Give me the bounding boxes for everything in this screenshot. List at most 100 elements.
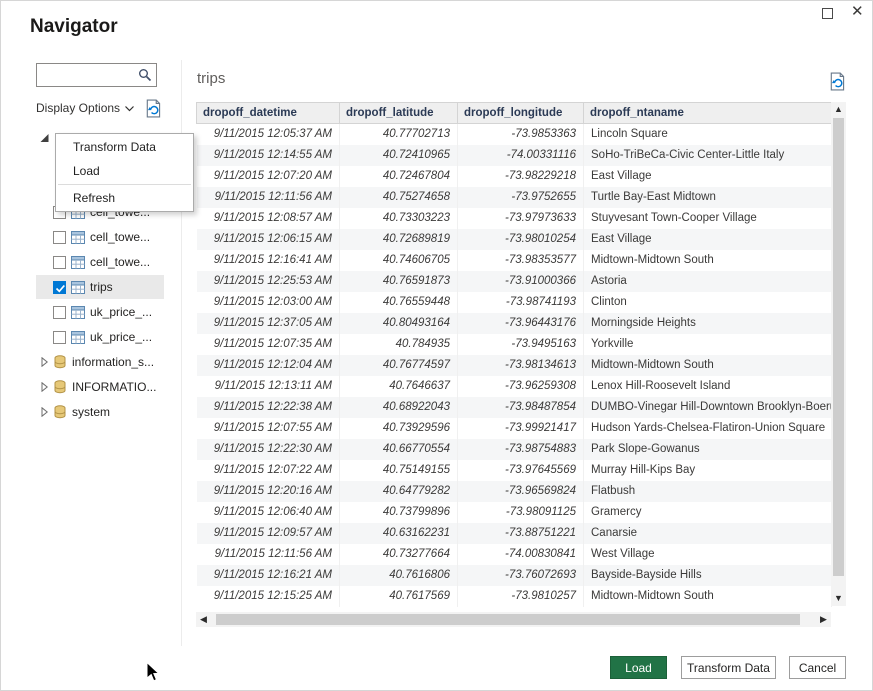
expander-collapsed-icon[interactable] — [40, 357, 50, 367]
load-button[interactable]: Load — [610, 656, 667, 679]
table-cell: -73.9495163 — [458, 334, 584, 355]
table-row[interactable]: 9/11/2015 12:05:37 AM40.77702713-73.9853… — [197, 124, 832, 145]
table-cell: -73.91000366 — [458, 271, 584, 292]
refresh-preview-icon[interactable] — [145, 99, 163, 118]
table-cell: 9/11/2015 12:13:11 AM — [197, 376, 340, 397]
table-cell: 40.74606705 — [340, 250, 458, 271]
table-cell: 9/11/2015 12:20:16 AM — [197, 481, 340, 502]
context-menu-item-transform-data[interactable]: Transform Data — [56, 135, 193, 159]
table-row[interactable]: 9/11/2015 12:22:38 AM40.68922043-73.9848… — [197, 397, 832, 418]
cancel-button[interactable]: Cancel — [789, 656, 846, 679]
table-cell: 9/11/2015 12:07:35 AM — [197, 334, 340, 355]
checkbox-unchecked[interactable] — [53, 256, 66, 269]
expander-collapsed-icon[interactable] — [40, 407, 50, 417]
horizontal-scrollbar[interactable]: ◀ ▶ — [196, 612, 831, 627]
checkbox-unchecked[interactable] — [53, 306, 66, 319]
column-header-dropoff-longitude[interactable]: dropoff_longitude — [458, 103, 584, 124]
table-cell: 40.72689819 — [340, 229, 458, 250]
table-cell: Astoria — [584, 271, 832, 292]
table-cell: Canarsie — [584, 523, 832, 544]
table-row[interactable]: 9/11/2015 12:13:11 AM40.7646637-73.96259… — [197, 376, 832, 397]
vertical-scrollbar-thumb[interactable] — [833, 118, 844, 576]
table-cell: -73.98741193 — [458, 292, 584, 313]
table-row[interactable]: 9/11/2015 12:11:56 AM40.75274658-73.9752… — [197, 187, 832, 208]
tree-item-label: uk_price_... — [90, 330, 152, 344]
table-cell: 40.76559448 — [340, 292, 458, 313]
table-cell: -74.00830841 — [458, 544, 584, 565]
table-row[interactable]: 9/11/2015 12:06:40 AM40.73799896-73.9809… — [197, 502, 832, 523]
tree-item-information-schema[interactable]: information_s... — [36, 350, 164, 374]
table-row[interactable]: 9/11/2015 12:07:22 AM40.75149155-73.9764… — [197, 460, 832, 481]
checkbox-checked[interactable] — [53, 281, 66, 294]
table-row[interactable]: 9/11/2015 12:06:15 AM40.72689819-73.9801… — [197, 229, 832, 250]
display-options-dropdown[interactable]: Display Options — [36, 101, 134, 115]
table-row[interactable]: 9/11/2015 12:11:56 AM40.73277664-74.0083… — [197, 544, 832, 565]
tree-item-label: trips — [90, 280, 113, 294]
table-cell: -74.00331116 — [458, 145, 584, 166]
table-cell: 9/11/2015 12:11:56 AM — [197, 187, 340, 208]
table-row[interactable]: 9/11/2015 12:07:20 AM40.72467804-73.9822… — [197, 166, 832, 187]
table-icon — [71, 231, 85, 244]
table-row[interactable]: 9/11/2015 12:14:55 AM40.72410965-74.0033… — [197, 145, 832, 166]
vertical-scrollbar[interactable]: ▲ ▼ — [831, 102, 846, 606]
table-row[interactable]: 9/11/2015 12:37:05 AM40.80493164-73.9644… — [197, 313, 832, 334]
tree-item-system[interactable]: system — [36, 400, 164, 424]
transform-data-button[interactable]: Transform Data — [681, 656, 776, 679]
scroll-up-icon[interactable]: ▲ — [831, 102, 846, 117]
scroll-left-icon[interactable]: ◀ — [196, 612, 211, 627]
page-title: Navigator — [30, 16, 118, 38]
search-input[interactable] — [37, 65, 138, 85]
search-box[interactable] — [36, 63, 157, 87]
table-row[interactable]: 9/11/2015 12:16:41 AM40.74606705-73.9835… — [197, 250, 832, 271]
table-row[interactable]: 9/11/2015 12:03:00 AM40.76559448-73.9874… — [197, 292, 832, 313]
table-cell: West Village — [584, 544, 832, 565]
table-row[interactable]: 9/11/2015 12:15:25 AM40.7617569-73.98102… — [197, 586, 832, 607]
table-row[interactable]: 9/11/2015 12:07:35 AM40.784935-73.949516… — [197, 334, 832, 355]
expander-collapsed-icon[interactable] — [40, 382, 50, 392]
context-menu-item-refresh[interactable]: Refresh — [56, 186, 193, 210]
table-cell: Hudson Yards-Chelsea-Flatiron-Union Squa… — [584, 418, 832, 439]
tree-item-trips[interactable]: trips — [36, 275, 164, 299]
table-row[interactable]: 9/11/2015 12:22:30 AM40.66770554-73.9875… — [197, 439, 832, 460]
tree-item-cell-towers-2[interactable]: cell_towe... — [36, 225, 164, 249]
column-header-dropoff-ntaname[interactable]: dropoff_ntaname — [584, 103, 832, 124]
table-cell: 9/11/2015 12:05:37 AM — [197, 124, 340, 145]
table-cell: -73.98487854 — [458, 397, 584, 418]
scroll-down-icon[interactable]: ▼ — [831, 591, 846, 606]
column-header-dropoff-datetime[interactable]: dropoff_datetime — [197, 103, 340, 124]
table-cell: 40.75149155 — [340, 460, 458, 481]
close-icon[interactable]: ✕ — [851, 2, 864, 22]
table-cell: 40.7646637 — [340, 376, 458, 397]
checkbox-unchecked[interactable] — [53, 231, 66, 244]
table-cell: -73.99921417 — [458, 418, 584, 439]
column-header-dropoff-latitude[interactable]: dropoff_latitude — [340, 103, 458, 124]
maximize-icon[interactable] — [822, 8, 833, 19]
table-row[interactable]: 9/11/2015 12:16:21 AM40.7616806-73.76072… — [197, 565, 832, 586]
tree-item-uk-price-2[interactable]: uk_price_... — [36, 325, 164, 349]
tree-item-cell-towers-3[interactable]: cell_towe... — [36, 250, 164, 274]
table-row[interactable]: 9/11/2015 12:25:53 AM40.76591873-73.9100… — [197, 271, 832, 292]
table-cell: Morningside Heights — [584, 313, 832, 334]
table-row[interactable]: 9/11/2015 12:12:04 AM40.76774597-73.9813… — [197, 355, 832, 376]
table-cell: Flatbush — [584, 481, 832, 502]
table-row[interactable]: 9/11/2015 12:09:57 AM40.63162231-73.8875… — [197, 523, 832, 544]
tree-item-uk-price-1[interactable]: uk_price_... — [36, 300, 164, 324]
table-icon — [71, 331, 85, 344]
refresh-preview-icon[interactable] — [829, 72, 847, 91]
table-row[interactable]: 9/11/2015 12:07:55 AM40.73929596-73.9992… — [197, 418, 832, 439]
table-cell: 9/11/2015 12:09:57 AM — [197, 523, 340, 544]
scroll-right-icon[interactable]: ▶ — [816, 612, 831, 627]
expander-open-icon[interactable] — [40, 133, 50, 143]
table-cell: -73.98353577 — [458, 250, 584, 271]
context-menu-item-load[interactable]: Load — [56, 159, 193, 183]
table-cell: Gramercy — [584, 502, 832, 523]
table-row[interactable]: 9/11/2015 12:08:57 AM40.73303223-73.9797… — [197, 208, 832, 229]
table-cell: 9/11/2015 12:03:00 AM — [197, 292, 340, 313]
table-cell: -73.76072693 — [458, 565, 584, 586]
tree-item-label: INFORMATIO... — [72, 380, 156, 394]
tree-item-information-schema-upper[interactable]: INFORMATIO... — [36, 375, 164, 399]
table-cell: Midtown-Midtown South — [584, 355, 832, 376]
horizontal-scrollbar-thumb[interactable] — [216, 614, 800, 625]
checkbox-unchecked[interactable] — [53, 331, 66, 344]
table-row[interactable]: 9/11/2015 12:20:16 AM40.64779282-73.9656… — [197, 481, 832, 502]
